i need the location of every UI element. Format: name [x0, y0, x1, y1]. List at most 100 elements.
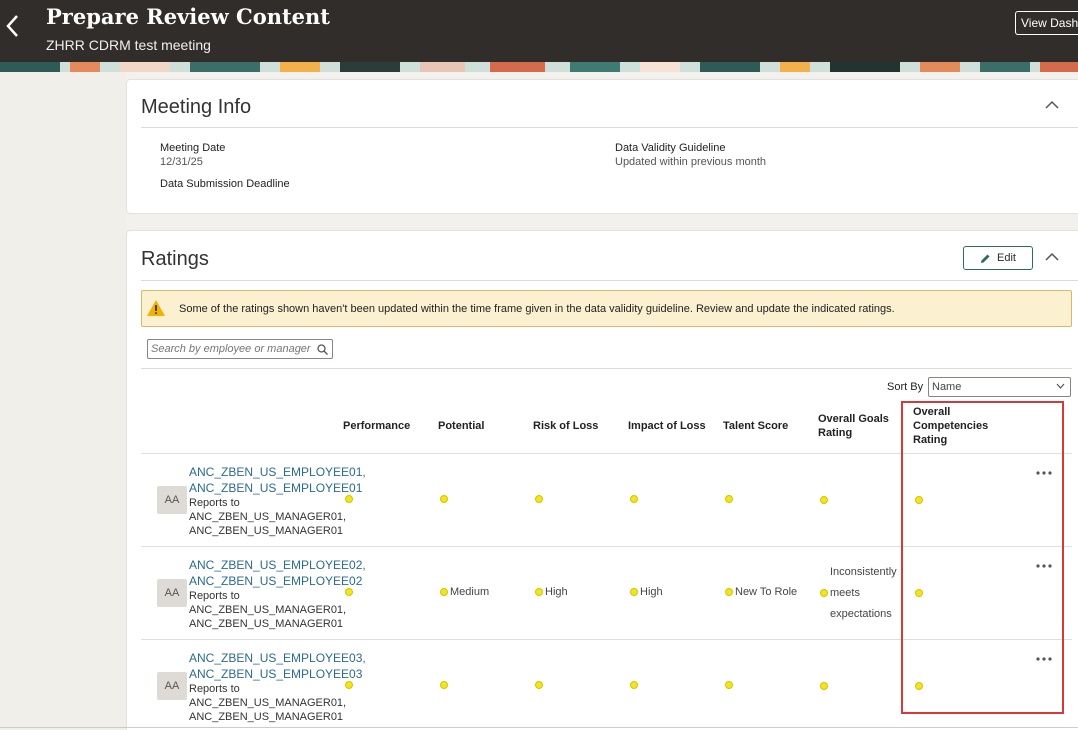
more-actions-icon[interactable]	[1035, 655, 1053, 663]
page-title: Prepare Review Content	[46, 4, 331, 29]
column-header-potential: Potential	[438, 420, 485, 432]
ratings-card: Ratings Edit Some of the ratings shown h…	[126, 230, 1078, 730]
outdated-indicator-icon	[820, 496, 828, 504]
risk-of-loss-cell[interactable]	[535, 495, 543, 503]
divider	[141, 127, 1078, 128]
divider	[0, 727, 1078, 728]
search-input[interactable]	[151, 342, 311, 356]
employee-name-line: ANC_ZBEN_US_EMPLOYEE01,	[189, 465, 366, 479]
ratings-title: Ratings	[141, 248, 209, 270]
column-header-overall-competencies-rating: Overall Competencies Rating	[913, 405, 988, 447]
sort-by-value: Name	[932, 381, 962, 393]
goals-rating-line: meets	[830, 587, 860, 599]
reports-to-text: Reports to ANC_ZBEN_US_MANAGER01, ANC_ZB…	[189, 496, 346, 538]
performance-cell[interactable]	[345, 588, 353, 596]
column-header-line: Overall	[913, 406, 951, 418]
header-divider	[141, 453, 1072, 454]
outdated-indicator-icon	[345, 588, 353, 596]
potential-cell[interactable]	[440, 495, 448, 503]
column-header-performance: Performance	[343, 420, 411, 432]
outdated-indicator-icon	[820, 682, 828, 690]
collapse-chevron-icon[interactable]	[1045, 252, 1059, 262]
impact-of-loss-cell[interactable]	[630, 681, 638, 689]
employee-name-link[interactable]: ANC_ZBEN_US_EMPLOYEE01, ANC_ZBEN_US_EMPL…	[189, 464, 366, 496]
outdated-indicator-icon	[535, 588, 543, 596]
talent-score-cell[interactable]	[725, 495, 733, 503]
outdated-indicator-icon	[630, 588, 638, 596]
more-actions-icon[interactable]	[1035, 562, 1053, 570]
outdated-indicator-icon	[440, 681, 448, 689]
outdated-indicator-icon	[630, 681, 638, 689]
reports-to-line: ANC_ZBEN_US_MANAGER01	[189, 711, 344, 723]
column-header-line: Overall Goals	[818, 413, 889, 425]
reports-to-line: ANC_ZBEN_US_MANAGER01	[189, 618, 344, 630]
overall-goals-cell[interactable]	[820, 682, 828, 690]
reports-to-line: ANC_ZBEN_US_MANAGER01,	[189, 604, 347, 616]
sort-by-select[interactable]: Name	[928, 377, 1071, 397]
talent-score-cell[interactable]: New To Role	[725, 586, 797, 598]
back-arrow-icon[interactable]	[4, 12, 20, 40]
meeting-date-label: Meeting Date	[160, 142, 226, 154]
outdated-indicator-icon	[535, 681, 543, 689]
overall-goals-cell[interactable]: Inconsistently meets expectations	[830, 562, 897, 625]
warning-message: Some of the ratings shown haven't been u…	[141, 290, 1072, 327]
reports-to-line: Reports to	[189, 497, 240, 509]
pencil-icon	[981, 254, 990, 263]
column-header-impact-of-loss: Impact of Loss	[628, 420, 706, 432]
chevron-down-icon	[1056, 383, 1065, 389]
employee-name-line: ANC_ZBEN_US_EMPLOYEE02,	[189, 558, 366, 572]
outdated-indicator-icon	[725, 588, 733, 596]
edit-button-label: Edit	[997, 252, 1016, 264]
warning-text: Some of the ratings shown haven't been u…	[179, 303, 895, 315]
impact-of-loss-cell[interactable]	[630, 495, 638, 503]
employee-name-link[interactable]: ANC_ZBEN_US_EMPLOYEE02, ANC_ZBEN_US_EMPL…	[189, 557, 366, 589]
more-actions-icon[interactable]	[1035, 469, 1053, 477]
meeting-info-card: Meeting Info Meeting Date 12/31/25 Data …	[126, 79, 1078, 214]
meeting-date-value: 12/31/25	[160, 156, 203, 168]
reports-to-text: Reports to ANC_ZBEN_US_MANAGER01, ANC_ZB…	[189, 589, 346, 631]
view-dashboard-button[interactable]: View Dashb	[1015, 11, 1078, 35]
outdated-indicator-icon	[440, 495, 448, 503]
reports-to-line: ANC_ZBEN_US_MANAGER01,	[189, 511, 347, 523]
divider	[141, 368, 1072, 369]
submission-deadline-label: Data Submission Deadline	[160, 178, 290, 190]
employee-name-line: ANC_ZBEN_US_EMPLOYEE03	[189, 667, 363, 681]
overall-goals-cell[interactable]	[820, 496, 828, 504]
employee-name-line: ANC_ZBEN_US_EMPLOYEE03,	[189, 651, 366, 665]
row-divider	[141, 639, 1072, 640]
outdated-indicator-icon	[820, 589, 828, 597]
employee-name-line: ANC_ZBEN_US_EMPLOYEE02	[189, 574, 363, 588]
reports-to-line: ANC_ZBEN_US_MANAGER01,	[189, 697, 347, 709]
reports-to-line: Reports to	[189, 683, 240, 695]
overall-competencies-cell[interactable]	[915, 682, 923, 690]
goals-rating-line: Inconsistently	[830, 566, 897, 578]
search-icon[interactable]	[317, 344, 328, 355]
sort-by-label: Sort By	[887, 381, 924, 393]
collapse-chevron-icon[interactable]	[1045, 100, 1059, 110]
warning-icon	[147, 300, 165, 316]
potential-value: Medium	[450, 586, 490, 598]
overall-competencies-cell[interactable]	[915, 496, 923, 504]
outdated-indicator-icon	[725, 681, 733, 689]
employee-name-link[interactable]: ANC_ZBEN_US_EMPLOYEE03, ANC_ZBEN_US_EMPL…	[189, 650, 366, 682]
validity-guideline-label: Data Validity Guideline	[615, 142, 726, 154]
overall-competencies-cell[interactable]	[915, 589, 923, 597]
potential-cell[interactable]	[440, 681, 448, 689]
performance-cell[interactable]	[345, 495, 353, 503]
impact-of-loss-cell[interactable]: High	[630, 586, 663, 598]
validity-guideline-value: Updated within previous month	[615, 156, 767, 168]
performance-cell[interactable]	[345, 681, 353, 689]
divider	[141, 280, 1078, 281]
outdated-indicator-icon	[630, 495, 638, 503]
column-header-line: Rating	[818, 427, 853, 439]
edit-button[interactable]: Edit	[963, 246, 1033, 270]
potential-cell[interactable]: Medium	[440, 586, 489, 598]
risk-of-loss-cell[interactable]: High	[535, 586, 568, 598]
row-divider	[141, 546, 1072, 547]
search-field[interactable]	[147, 339, 333, 359]
outdated-indicator-icon	[915, 589, 923, 597]
talent-score-cell[interactable]	[725, 681, 733, 689]
avatar: AA	[157, 579, 187, 607]
impact-value: High	[640, 586, 663, 598]
risk-of-loss-cell[interactable]	[535, 681, 543, 689]
